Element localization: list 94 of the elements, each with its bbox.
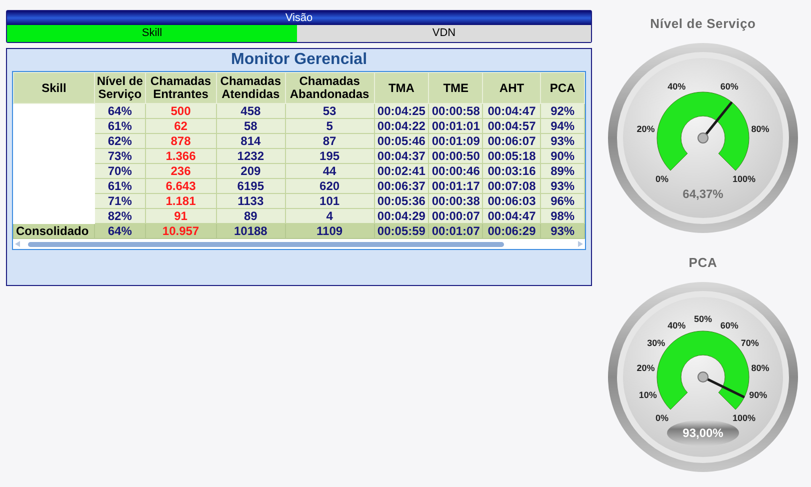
- table-cell: 00:01:01: [428, 118, 483, 134]
- table-cell: 89: [216, 208, 286, 224]
- table-cell: 4: [285, 208, 374, 224]
- table-cell: 90%: [540, 148, 584, 164]
- table-cell: 236: [145, 164, 216, 178]
- table-cell: 91: [145, 208, 216, 224]
- gauge-tick-label: 30%: [647, 338, 666, 348]
- table-cell: 61%: [94, 118, 146, 134]
- table-cell: 878: [145, 134, 216, 148]
- table-cell: 101: [285, 194, 374, 208]
- gauge-tick-label: 20%: [636, 362, 655, 373]
- table-cell: 73%: [94, 148, 146, 164]
- table-cell: 71%: [94, 194, 146, 208]
- table-cell: 00:04:37: [374, 148, 429, 164]
- table-cell: 89%: [540, 164, 584, 178]
- table-cell: 93%: [540, 134, 584, 148]
- table-cell: 62%: [94, 134, 146, 148]
- table-cell: 00:06:07: [482, 134, 541, 148]
- table-cell: 44: [285, 164, 374, 178]
- table-cell: 00:04:25: [374, 104, 429, 118]
- view-title: Visão: [7, 11, 591, 25]
- gauge-tick-label: 40%: [668, 81, 686, 92]
- table-cell: 70%: [94, 164, 146, 178]
- table-cell: 00:03:16: [482, 164, 541, 178]
- gauge-tick-label: 80%: [751, 124, 770, 134]
- gauge-reading: 93,00%: [682, 426, 724, 440]
- table-cell: 00:04:22: [374, 118, 429, 134]
- table-cell: 00:04:47: [482, 208, 541, 224]
- table-cell: 00:01:09: [428, 134, 483, 148]
- table-cell: 00:00:58: [428, 104, 483, 118]
- table-cell: 00:05:46: [374, 134, 429, 148]
- gauge-tick-label: 60%: [720, 320, 738, 330]
- table-cell: 1133: [216, 194, 286, 208]
- scroll-left-icon[interactable]: [15, 241, 21, 247]
- table-cell: 00:00:46: [428, 164, 483, 178]
- gauge-tick-label: 80%: [751, 362, 770, 373]
- gauge-tick-label: 70%: [740, 338, 759, 348]
- table-cell: 87: [285, 134, 374, 148]
- scroll-right-icon[interactable]: [577, 241, 583, 247]
- horizontal-scrollbar[interactable]: [13, 239, 585, 249]
- table-cell: 00:06:03: [482, 194, 541, 208]
- table-cell: 96%: [540, 194, 584, 208]
- table-cell: 61%: [94, 178, 146, 194]
- gauge-tick-label: 100%: [732, 413, 756, 423]
- table-cell: 58: [216, 118, 286, 134]
- table-cell: 00:04:57: [482, 118, 541, 134]
- table-cell: 93%: [540, 178, 584, 194]
- table-cell: 1.181: [145, 194, 216, 208]
- table-cell: 1232: [216, 148, 286, 164]
- table-cell: 500: [145, 104, 216, 118]
- table-cell: 5: [285, 118, 374, 134]
- gauge-tick-label: 0%: [655, 174, 668, 184]
- table-cell: 64%: [94, 104, 146, 118]
- table-cell: 53: [285, 104, 374, 118]
- table-cell: 82%: [94, 208, 146, 224]
- table-cell: 00:05:36: [374, 194, 429, 208]
- gauge-tick-label: 60%: [720, 81, 738, 92]
- table-cell: 94%: [540, 118, 584, 134]
- gauge-tick-label: 0%: [655, 413, 668, 423]
- table-cell: 458: [216, 104, 286, 118]
- table-cell: 209: [216, 164, 286, 178]
- table-cell: 00:02:41: [374, 164, 429, 178]
- table-cell: 6.643: [145, 178, 216, 194]
- scrollbar-thumb[interactable]: [28, 242, 504, 246]
- table-cell: 00:00:38: [428, 194, 483, 208]
- gauge-title: PCA: [688, 254, 718, 272]
- table-cell: 00:05:18: [482, 148, 541, 164]
- table-cell: 620: [285, 178, 374, 194]
- table-cell: 00:00:50: [428, 148, 483, 164]
- table-cell: 6195: [216, 178, 286, 194]
- table-cell: 00:07:08: [482, 178, 541, 194]
- table-cell: 00:00:07: [428, 208, 483, 224]
- table-cell: 00:06:37: [374, 178, 429, 194]
- table-cell: 1.366: [145, 148, 216, 164]
- view-tab[interactable]: Skill: [7, 25, 297, 42]
- view-tab[interactable]: VDN: [297, 25, 591, 42]
- gauge-tick-label: 40%: [668, 320, 686, 330]
- table-cell: 62: [145, 118, 216, 134]
- table-cell: 92%: [540, 104, 584, 118]
- gauge-tick-label: 10%: [638, 390, 657, 400]
- gauge-tick-label: 20%: [636, 124, 655, 134]
- gauge-reading: 64,37%: [682, 187, 724, 201]
- table-cell: 00:01:17: [428, 178, 483, 194]
- table-cell: 814: [216, 134, 286, 148]
- column-header: Skill: [14, 72, 94, 104]
- table-cell: 195: [285, 148, 374, 164]
- monitor-title: Monitor Gerencial: [230, 50, 368, 70]
- gauge-tick-label: 50%: [694, 314, 712, 324]
- gauge-title: Nível de Serviço: [650, 15, 756, 33]
- table-cell: 00:04:47: [482, 104, 541, 118]
- table-cell: 00:04:29: [374, 208, 429, 224]
- gauge-tick-label: 90%: [749, 390, 768, 400]
- gauge-tick-label: 100%: [732, 174, 756, 184]
- table-cell: 98%: [540, 208, 584, 224]
